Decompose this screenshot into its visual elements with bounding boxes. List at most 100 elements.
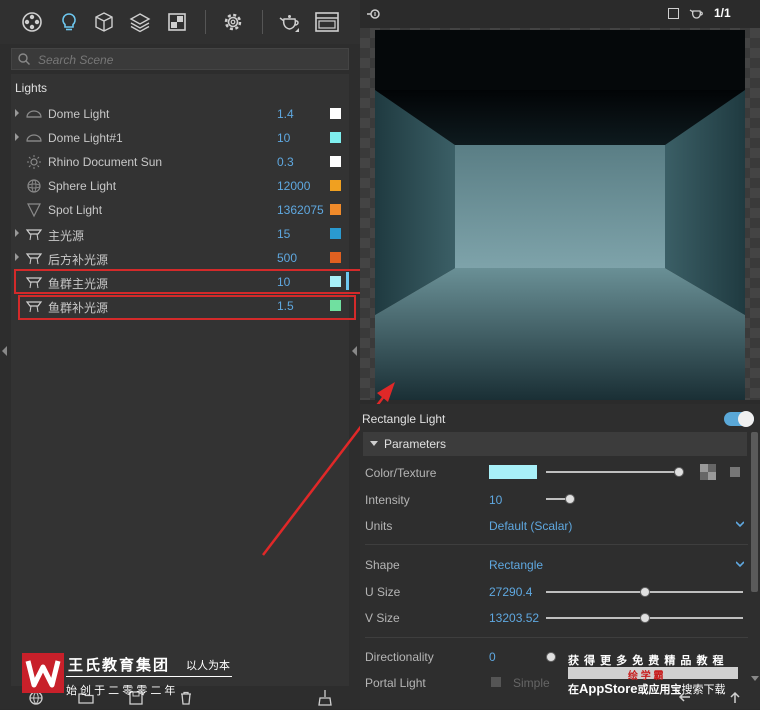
light-color-swatch[interactable] <box>330 204 341 215</box>
layers-icon[interactable] <box>126 8 154 36</box>
cleanup-brush-icon[interactable] <box>316 689 334 710</box>
chevron-down-icon[interactable] <box>736 560 744 568</box>
texture-icon[interactable] <box>163 8 191 36</box>
scroll-down-icon[interactable] <box>751 676 759 681</box>
light-name: Sphere Light <box>48 179 117 193</box>
pin-icon[interactable] <box>366 7 382 24</box>
sun-icon <box>25 154 43 170</box>
v-size-value[interactable]: 13203.52 <box>489 611 539 625</box>
light-color-swatch[interactable] <box>330 132 341 143</box>
teapot-icon[interactable] <box>276 8 304 36</box>
back-arrow-icon[interactable] <box>678 690 692 707</box>
light-intensity-value[interactable]: 1.4 <box>277 107 325 121</box>
rectangle-light-icon <box>25 250 43 266</box>
light-name: Dome Light <box>48 107 110 121</box>
teapot-render-icon[interactable] <box>689 6 705 23</box>
light-intensity-value[interactable]: 15 <box>277 227 325 241</box>
watermark-promo-line: 获 得 更 多 免 费 精 品 教 程 <box>568 655 725 667</box>
collapse-panel-icon[interactable] <box>352 346 357 356</box>
stop-icon[interactable] <box>668 8 679 19</box>
upload-arrow-icon[interactable] <box>728 690 742 707</box>
toolbar-divider <box>205 10 206 34</box>
watermark-motto: 以人为本 <box>186 660 230 672</box>
room-render <box>375 30 745 400</box>
group-label: Parameters <box>384 437 447 451</box>
light-color-swatch[interactable] <box>330 180 341 191</box>
shape-dropdown[interactable]: Rectangle <box>489 558 543 572</box>
light-list-item[interactable]: 主光源 15 <box>11 222 349 246</box>
light-list-item[interactable]: Sphere Light 12000 <box>11 174 349 198</box>
light-name: 主光源 <box>48 229 85 243</box>
portal-light-checkbox[interactable] <box>491 677 501 687</box>
light-color-swatch[interactable] <box>330 156 341 167</box>
light-color-swatch[interactable] <box>330 228 341 239</box>
intensity-value[interactable]: 10 <box>489 493 502 507</box>
portal-light-label: Portal Light <box>365 676 426 690</box>
render-window-icon[interactable] <box>313 8 341 36</box>
directionality-value[interactable]: 0 <box>489 650 496 664</box>
spot-light-icon <box>25 202 43 218</box>
shape-label: Shape <box>365 558 400 572</box>
u-size-slider-knob[interactable] <box>640 587 650 597</box>
light-list-item[interactable]: Spot Light 1362075 <box>11 198 349 222</box>
light-intensity-value[interactable]: 500 <box>277 251 325 265</box>
divider <box>365 544 748 545</box>
texture-slot-icon[interactable] <box>700 464 716 480</box>
scene-panel: Lights Dome Light 1.4 Dome Light#1 10 Rhino … <box>0 0 368 710</box>
toggle-knob <box>738 411 754 427</box>
dome-light-icon <box>25 130 43 146</box>
texture-enable-checkbox[interactable] <box>730 467 740 477</box>
viewport-panel: 1/1 Rectangle Light Parameters Color/Tex… <box>262 0 760 709</box>
watermark-badge-text: 绘 学 霸 <box>628 671 664 682</box>
light-list-item[interactable]: Rhino Document Sun 0.3 <box>11 150 349 174</box>
color-swatch[interactable] <box>489 465 537 479</box>
chevron-down-icon[interactable] <box>736 520 744 528</box>
units-dropdown[interactable]: Default (Scalar) <box>489 519 572 533</box>
light-list-item[interactable]: Dome Light#1 10 <box>11 126 349 150</box>
intensity-slider-knob[interactable] <box>565 494 575 504</box>
search-box <box>11 48 349 70</box>
company-logo <box>22 653 64 693</box>
enable-toggle[interactable] <box>724 411 754 427</box>
light-intensity-value[interactable]: 1362075 <box>277 203 325 217</box>
u-size-label: U Size <box>365 585 401 599</box>
v-size-slider-knob[interactable] <box>640 613 650 623</box>
color-slider-track[interactable] <box>546 471 680 473</box>
light-name: Rhino Document Sun <box>48 155 163 169</box>
light-name: 后方补光源 <box>48 253 109 267</box>
expand-arrow-icon[interactable] <box>15 229 19 237</box>
parameters-group-header[interactable]: Parameters <box>363 432 747 456</box>
light-intensity-value[interactable]: 0.3 <box>277 155 325 169</box>
light-intensity-value[interactable]: 12000 <box>277 179 325 193</box>
light-bulb-icon[interactable] <box>55 8 83 36</box>
cube-icon[interactable] <box>90 8 118 36</box>
render-preview[interactable] <box>375 30 745 400</box>
expand-arrow-icon[interactable] <box>15 109 19 117</box>
section-title-lights: Lights <box>15 81 48 95</box>
environment-icon[interactable] <box>18 8 46 36</box>
simple-label: Simple <box>513 676 550 690</box>
watermark-company: 王氏教育集团 <box>68 657 171 674</box>
delete-icon[interactable] <box>178 690 194 709</box>
viewport-toolbar: 1/1 <box>360 0 760 28</box>
expand-arrow-icon[interactable] <box>15 253 19 261</box>
light-list-item[interactable]: Dome Light 1.4 <box>11 102 349 126</box>
light-intensity-value[interactable]: 10 <box>277 131 325 145</box>
directionality-slider-knob[interactable] <box>546 652 556 662</box>
search-input[interactable] <box>36 51 340 69</box>
color-texture-label: Color/Texture <box>365 466 437 480</box>
light-color-swatch[interactable] <box>330 252 341 263</box>
sphere-light-icon <box>25 178 43 194</box>
collapse-left-icon[interactable] <box>2 346 7 356</box>
color-slider-knob[interactable] <box>674 467 684 477</box>
light-list-item[interactable]: 后方补光源 500 <box>11 246 349 270</box>
gear-icon[interactable] <box>219 8 247 36</box>
light-name: Dome Light#1 <box>48 131 123 145</box>
divider <box>365 637 748 638</box>
directionality-label: Directionality <box>365 650 434 664</box>
rectangle-light-icon <box>25 226 43 242</box>
light-color-swatch[interactable] <box>330 108 341 119</box>
properties-scrollbar[interactable] <box>751 432 758 592</box>
expand-arrow-icon[interactable] <box>15 133 19 141</box>
u-size-value[interactable]: 27290.4 <box>489 585 532 599</box>
